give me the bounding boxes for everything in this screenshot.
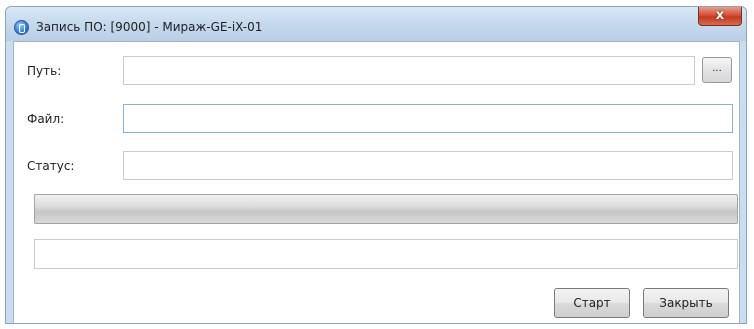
app-icon	[14, 20, 29, 35]
path-label: Путь:	[27, 64, 62, 78]
dialog-content: Путь: ... Файл: Статус: Старт Закрыть	[13, 41, 740, 323]
browse-button[interactable]: ...	[702, 57, 732, 83]
file-label: Файл:	[27, 112, 65, 126]
close-window-button[interactable]: x	[698, 7, 742, 26]
status-field	[123, 151, 733, 180]
close-button[interactable]: Закрыть	[643, 288, 729, 318]
path-field[interactable]	[123, 56, 695, 85]
close-icon: x	[715, 8, 725, 23]
dialog-window: Запись ПО: [9000] - Мираж-GE-iX-01 x Пут…	[5, 6, 747, 324]
start-button[interactable]: Старт	[554, 288, 630, 318]
progress-bar	[34, 194, 738, 224]
window-title: Запись ПО: [9000] - Мираж-GE-iX-01	[36, 20, 263, 34]
status-label: Статус:	[27, 159, 75, 173]
title-bar[interactable]: Запись ПО: [9000] - Мираж-GE-iX-01 x	[6, 7, 746, 41]
file-field[interactable]	[123, 104, 733, 133]
message-box	[34, 239, 738, 269]
